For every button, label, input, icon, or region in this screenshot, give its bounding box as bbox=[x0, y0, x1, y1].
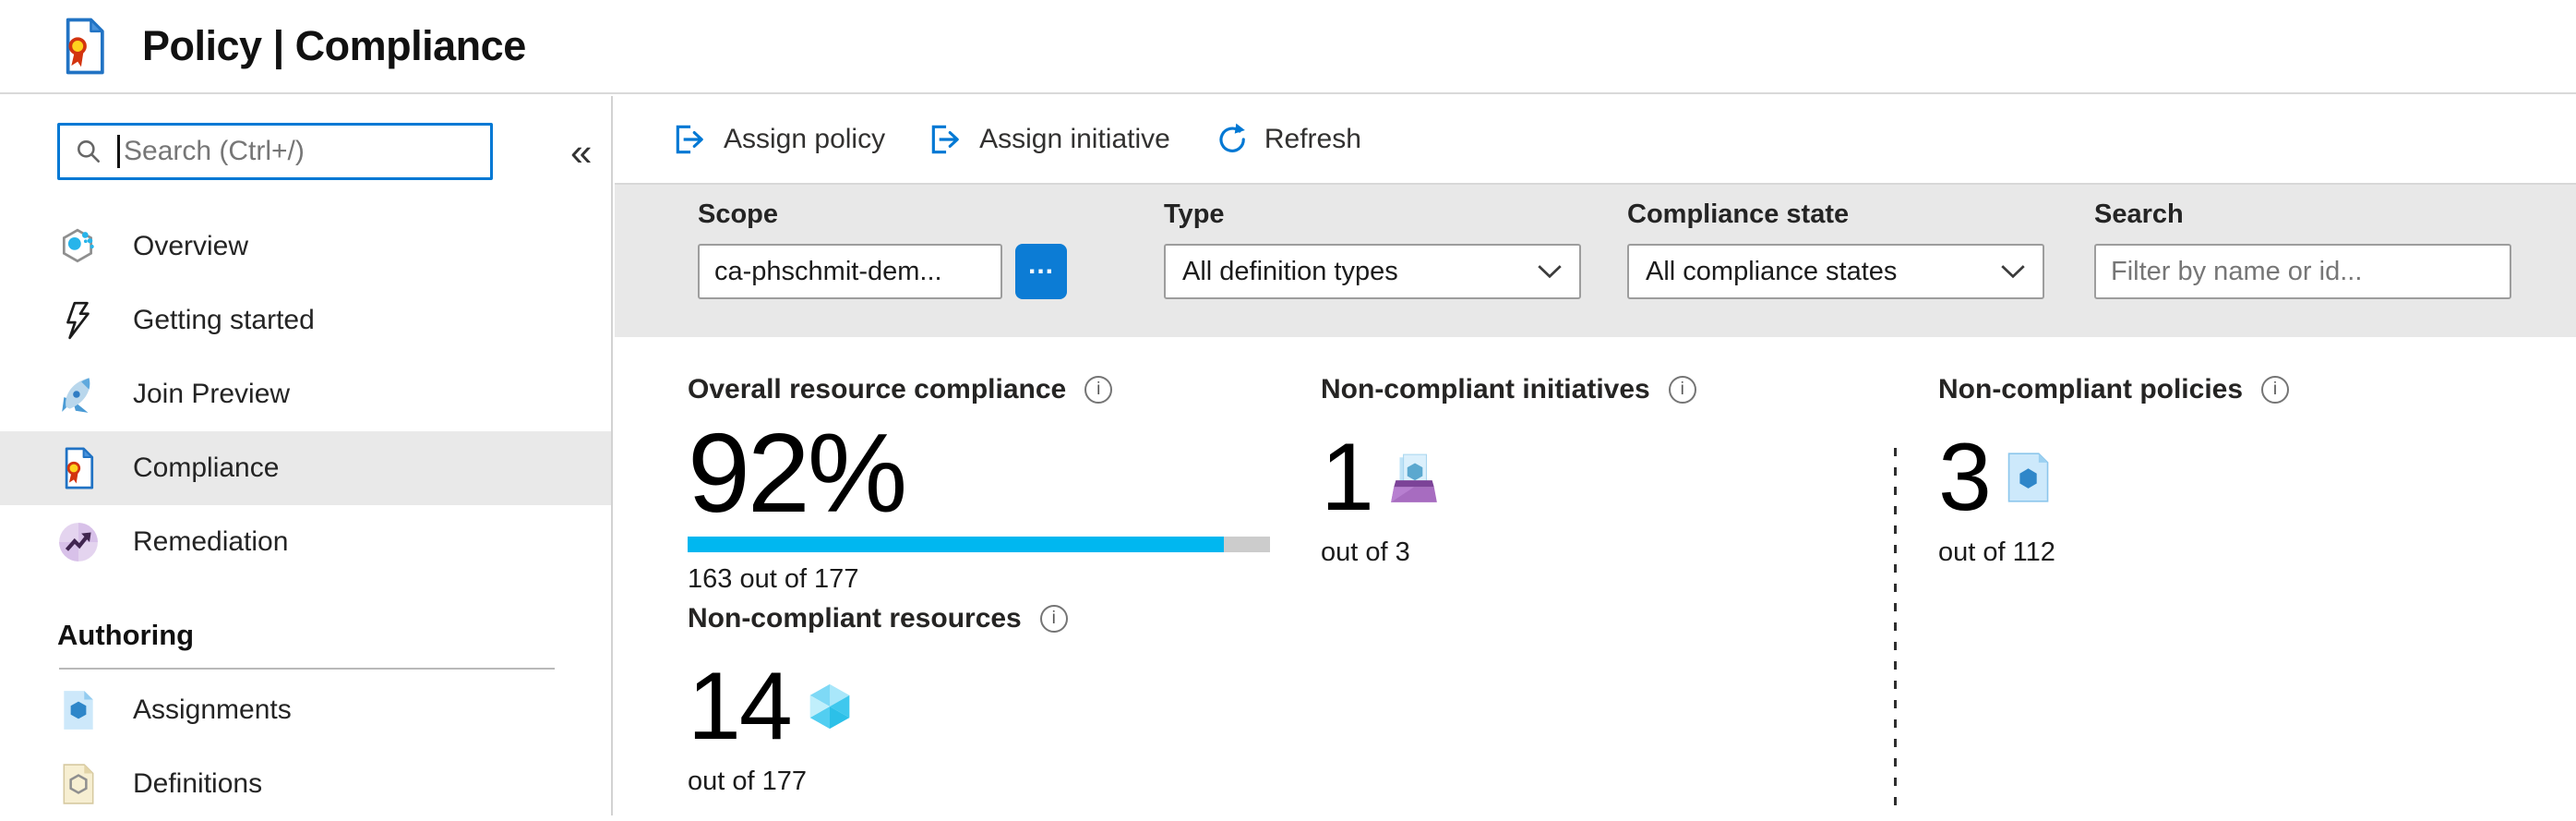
compliance-state-dropdown-value: All compliance states bbox=[1646, 256, 1898, 286]
compliance-state-label: Compliance state bbox=[1627, 199, 1850, 229]
sidebar-item-overview[interactable]: Overview bbox=[0, 210, 611, 284]
sidebar-item-label: Definitions bbox=[133, 768, 263, 799]
type-label: Type bbox=[1164, 199, 1225, 229]
filter-scope: Scope ... bbox=[698, 199, 1067, 299]
sidebar-section-authoring: Authoring bbox=[57, 619, 195, 651]
assign-initiative-button[interactable]: Assign initiative bbox=[928, 122, 1170, 157]
sidebar-item-join-preview[interactable]: Join Preview bbox=[0, 357, 611, 431]
filter-search: Search bbox=[2094, 199, 2511, 299]
sidebar-item-label: Assignments bbox=[133, 694, 292, 725]
sidebar-divider bbox=[59, 668, 555, 670]
filter-type: Type All definition types bbox=[1164, 199, 1581, 299]
noncompliant-resources-count: 14 bbox=[688, 653, 793, 760]
filter-compliance-state: Compliance state All compliance states bbox=[1627, 199, 2044, 299]
command-bar: Assign policy Assign initiative Refresh bbox=[615, 96, 2576, 183]
overall-compliance-percent: 92% bbox=[688, 410, 907, 536]
overall-compliance-tile: Overall resource compliance i 92% 163 ou… bbox=[688, 374, 1270, 595]
noncompliant-resources-detail: out of 177 bbox=[688, 767, 807, 796]
search-icon bbox=[75, 138, 102, 165]
collapse-sidebar-button[interactable]: « bbox=[570, 133, 592, 172]
chevron-down-icon bbox=[2000, 264, 2026, 279]
main-pane: Assign policy Assign initiative Refresh bbox=[615, 96, 2576, 815]
noncompliant-initiatives-tile: Non-compliant initiatives i 1 out of 3 bbox=[1321, 374, 1696, 568]
lightning-bolt-icon bbox=[57, 299, 100, 342]
assign-initiative-label: Assign initiative bbox=[979, 124, 1170, 154]
overall-compliance-detail: 163 out of 177 bbox=[688, 564, 859, 594]
overall-compliance-title: Overall resource compliance bbox=[688, 374, 1067, 404]
sidebar-item-assignments[interactable]: Assignments bbox=[0, 673, 611, 747]
policy-doc-icon bbox=[2005, 452, 2051, 503]
compliance-stats: Overall resource compliance i 92% 163 ou… bbox=[615, 337, 2576, 815]
initiative-tray-icon bbox=[1387, 451, 1441, 504]
noncompliant-policies-tile: Non-compliant policies i 3 out of 112 bbox=[1938, 374, 2290, 568]
refresh-icon bbox=[1213, 122, 1248, 157]
assignment-doc-icon bbox=[57, 689, 100, 731]
filter-search-input[interactable] bbox=[2094, 244, 2511, 299]
info-icon[interactable]: i bbox=[1084, 376, 1113, 404]
definition-doc-icon bbox=[57, 763, 100, 805]
info-icon[interactable]: i bbox=[1668, 376, 1696, 404]
sidebar-nav-authoring: Assignments Definitions bbox=[0, 673, 611, 821]
resource-cube-icon bbox=[806, 680, 854, 733]
dashed-divider bbox=[1894, 448, 1897, 815]
sidebar-item-label: Getting started bbox=[133, 305, 315, 335]
refresh-button[interactable]: Refresh bbox=[1213, 122, 1361, 157]
trend-arrow-icon bbox=[57, 521, 100, 563]
compliance-progress-bar bbox=[688, 537, 1270, 552]
noncompliant-policies-title: Non-compliant policies bbox=[1938, 374, 2244, 404]
noncompliant-policies-detail: out of 112 bbox=[1938, 537, 2055, 567]
assign-policy-button[interactable]: Assign policy bbox=[672, 122, 885, 157]
policy-ribbon-icon bbox=[57, 447, 100, 489]
sidebar-item-label: Overview bbox=[133, 231, 249, 261]
sidebar-item-remediation[interactable]: Remediation bbox=[0, 505, 611, 579]
scope-more-button[interactable]: ... bbox=[1015, 244, 1067, 299]
text-cursor bbox=[117, 135, 120, 168]
policy-ribbon-icon bbox=[61, 18, 107, 75]
info-icon[interactable]: i bbox=[1039, 605, 1068, 633]
assign-icon bbox=[928, 122, 963, 157]
sidebar-search-input[interactable]: Search (Ctrl+/) bbox=[57, 123, 493, 180]
type-dropdown[interactable]: All definition types bbox=[1164, 244, 1581, 299]
page-title: Policy | Compliance bbox=[142, 22, 526, 69]
noncompliant-policies-count: 3 bbox=[1938, 424, 1992, 531]
sidebar-item-definitions[interactable]: Definitions bbox=[0, 747, 611, 821]
compliance-progress-fill bbox=[688, 537, 1224, 552]
search-placeholder: Search (Ctrl+/) bbox=[124, 136, 305, 166]
refresh-label: Refresh bbox=[1264, 124, 1361, 154]
sidebar-item-getting-started[interactable]: Getting started bbox=[0, 284, 611, 357]
sidebar-item-label: Join Preview bbox=[133, 379, 291, 409]
noncompliant-initiatives-detail: out of 3 bbox=[1321, 537, 1410, 567]
compliance-state-dropdown[interactable]: All compliance states bbox=[1627, 244, 2044, 299]
noncompliant-resources-tile: Non-compliant resources i 14 out of 177 bbox=[688, 603, 1068, 797]
rocket-icon bbox=[57, 373, 100, 416]
sidebar-nav: Overview Getting started Join Preview Co… bbox=[0, 210, 611, 579]
filter-bar: Scope ... Type All definition types Comp… bbox=[615, 183, 2576, 337]
filter-search-label: Search bbox=[2094, 199, 2184, 229]
sidebar-item-label: Compliance bbox=[133, 453, 280, 483]
sidebar-item-label: Remediation bbox=[133, 526, 289, 557]
noncompliant-initiatives-title: Non-compliant initiatives bbox=[1321, 374, 1650, 404]
noncompliant-initiatives-count: 1 bbox=[1321, 424, 1374, 531]
assign-policy-label: Assign policy bbox=[724, 124, 886, 154]
app-header: Policy | Compliance bbox=[0, 0, 2576, 94]
chevron-down-icon bbox=[1537, 264, 1563, 279]
overview-icon bbox=[57, 225, 100, 268]
sidebar-item-compliance[interactable]: Compliance bbox=[0, 431, 611, 505]
noncompliant-resources-title: Non-compliant resources bbox=[688, 603, 1022, 634]
type-dropdown-value: All definition types bbox=[1182, 256, 1398, 286]
info-icon[interactable]: i bbox=[2261, 376, 2290, 404]
assign-icon bbox=[672, 122, 707, 157]
scope-input[interactable] bbox=[698, 244, 1002, 299]
scope-label: Scope bbox=[698, 199, 779, 229]
sidebar: Search (Ctrl+/) « Overview Getting start… bbox=[0, 96, 613, 815]
